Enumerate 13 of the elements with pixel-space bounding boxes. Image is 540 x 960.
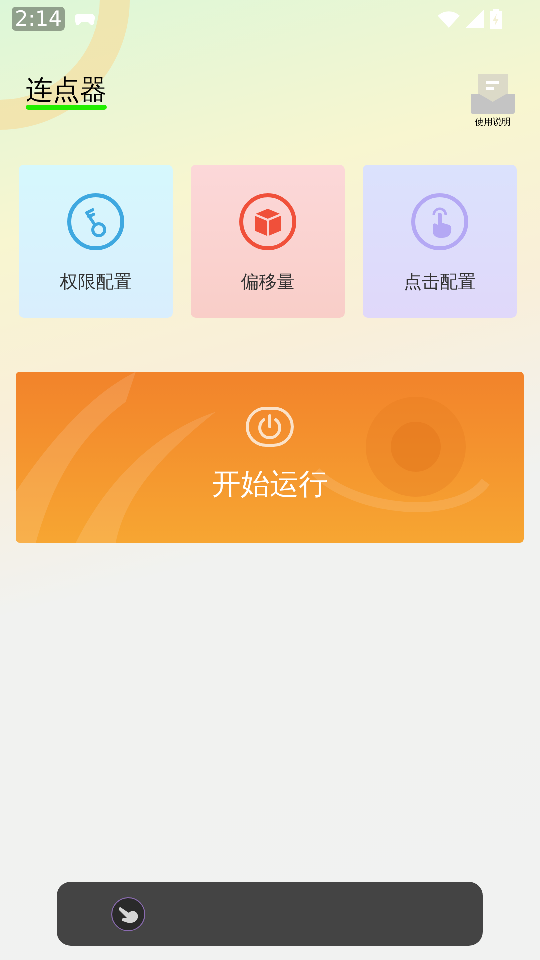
help-button[interactable]: 使用说明 bbox=[471, 74, 515, 130]
status-time: 2:14 bbox=[12, 7, 66, 31]
feature-tile[interactable]: 权限配置 bbox=[19, 164, 173, 318]
inbox-icon bbox=[471, 74, 515, 114]
app-title: 连点器 bbox=[26, 76, 107, 105]
gamepad-icon bbox=[75, 12, 96, 26]
battery-icon bbox=[490, 9, 502, 29]
signal-icon bbox=[466, 10, 484, 28]
feature-tile[interactable]: 偏移量 bbox=[191, 164, 345, 318]
power-icon bbox=[246, 407, 294, 448]
feature-tile[interactable]: 点击配置 bbox=[363, 164, 517, 318]
hand-pointer-icon[interactable] bbox=[111, 896, 146, 932]
wifi-icon bbox=[438, 10, 460, 28]
